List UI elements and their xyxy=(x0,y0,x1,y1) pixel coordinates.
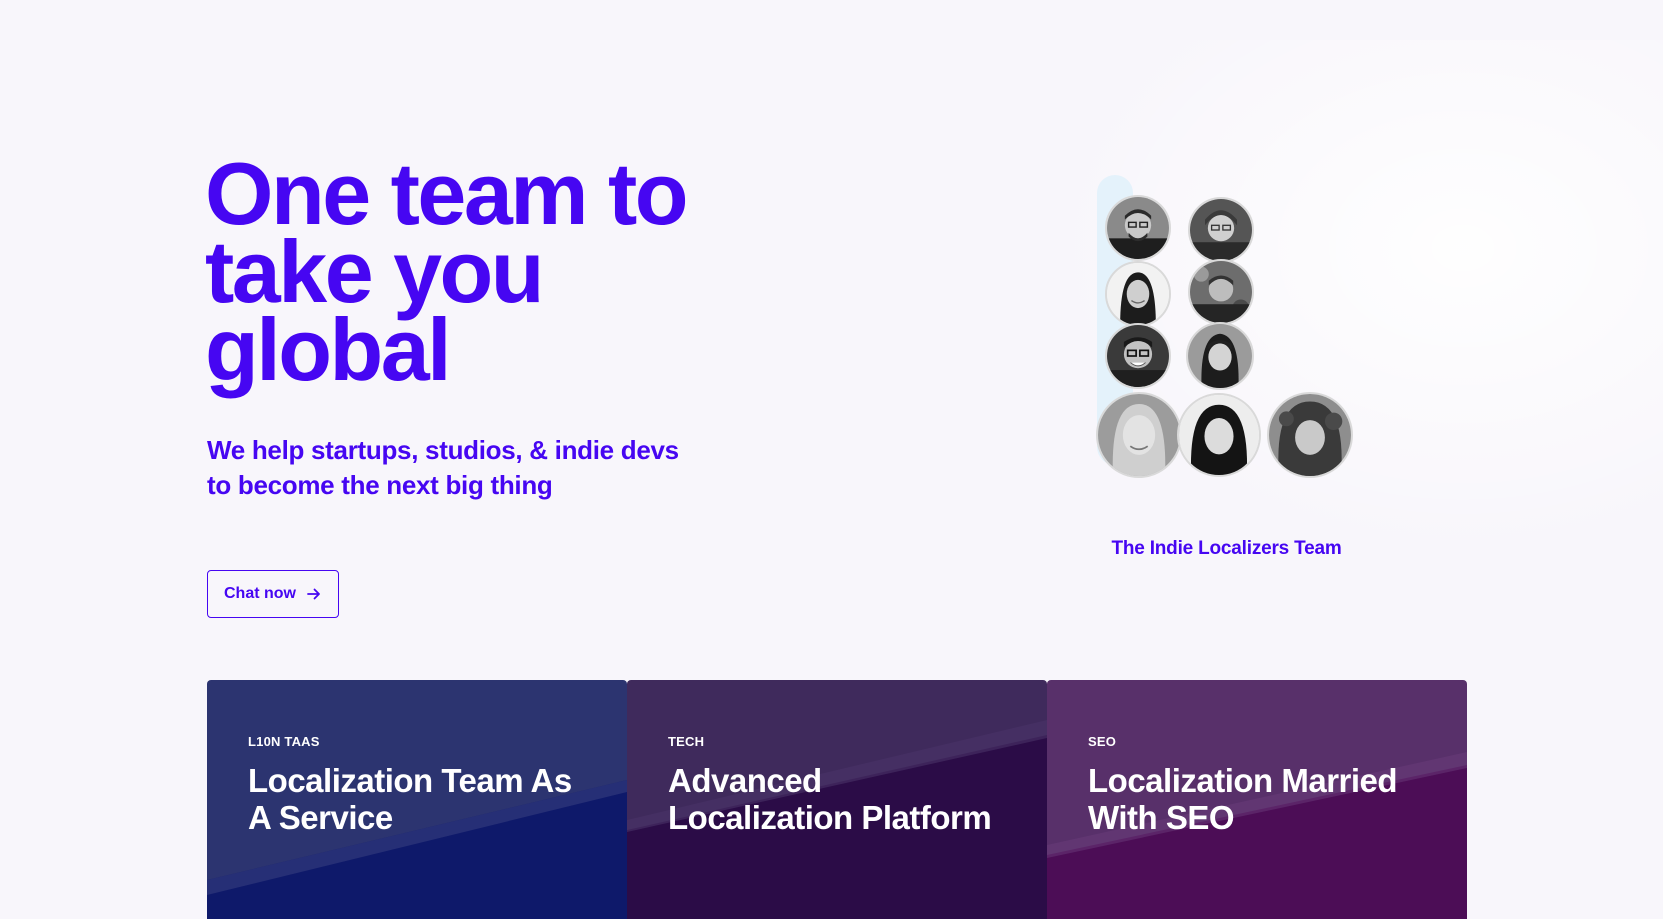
team-member-avatar xyxy=(1186,322,1254,390)
team-member-avatar xyxy=(1105,195,1171,261)
card-tag: SEO xyxy=(1088,734,1117,749)
card-tag: TECH xyxy=(668,734,705,749)
team-member-avatar xyxy=(1177,393,1261,477)
team-member-avatar xyxy=(1096,392,1182,478)
landing-page: One team to take you global We help star… xyxy=(0,0,1663,919)
card-tag: L10N TAAS xyxy=(248,734,320,749)
service-card-seo[interactable]: SEO Localization Married With SEO xyxy=(1047,680,1467,919)
chat-now-button[interactable]: Chat now xyxy=(207,570,339,618)
hero-title-line-3: global xyxy=(205,300,452,399)
service-card-tech[interactable]: TECH Advanced Localization Platform xyxy=(627,680,1047,919)
card-title: Localization Team As A Service xyxy=(248,762,572,836)
card-title: Advanced Localization Platform xyxy=(668,762,992,836)
chat-now-label: Chat now xyxy=(224,585,296,602)
service-card-taas[interactable]: L10N TAAS Localization Team As A Service xyxy=(207,680,627,919)
card-title: Localization Married With SEO xyxy=(1088,762,1398,836)
team-member-avatar xyxy=(1188,259,1254,325)
team-member-avatar xyxy=(1105,261,1171,327)
team-member-avatar xyxy=(1105,323,1171,389)
hero-subtitle: We help startups, studios, & indie devs … xyxy=(207,435,679,500)
team-photo-collage xyxy=(1090,170,1410,500)
arrow-right-icon xyxy=(306,586,322,602)
team-member-avatar xyxy=(1267,392,1353,478)
team-member-avatar xyxy=(1188,197,1254,263)
services-cards: L10N TAAS Localization Team As A Service… xyxy=(207,680,1467,919)
team-caption: The Indie Localizers Team xyxy=(1111,538,1342,559)
hero-title: One team to take you global xyxy=(205,150,725,399)
